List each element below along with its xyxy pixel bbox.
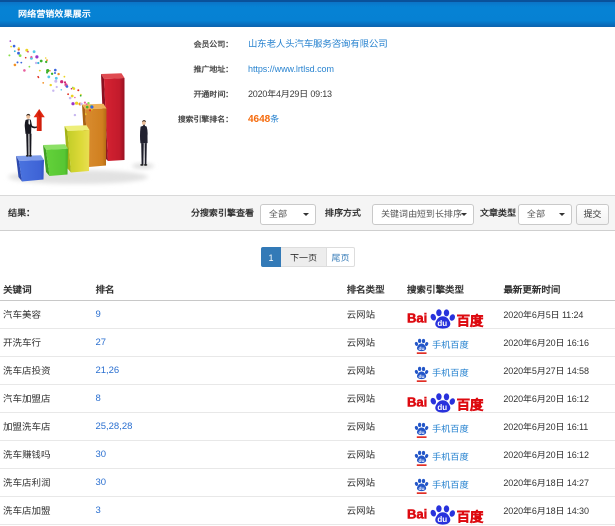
svg-text:百度: 百度 — [456, 506, 483, 526]
svg-text:Bai: Bai — [407, 395, 427, 410]
svg-text:du: du — [418, 374, 424, 380]
svg-text:Bai: Bai — [407, 311, 427, 326]
svg-text:du: du — [418, 458, 424, 464]
svg-text:百度: 百度 — [456, 310, 483, 330]
svg-text:du: du — [437, 319, 447, 328]
svg-text:du: du — [437, 515, 447, 524]
svg-text:du: du — [437, 403, 447, 412]
svg-text:Bai: Bai — [407, 507, 427, 522]
svg-text:du: du — [418, 346, 424, 352]
svg-text:百度: 百度 — [456, 394, 483, 414]
svg-text:du: du — [418, 430, 424, 436]
svg-text:du: du — [418, 486, 424, 492]
